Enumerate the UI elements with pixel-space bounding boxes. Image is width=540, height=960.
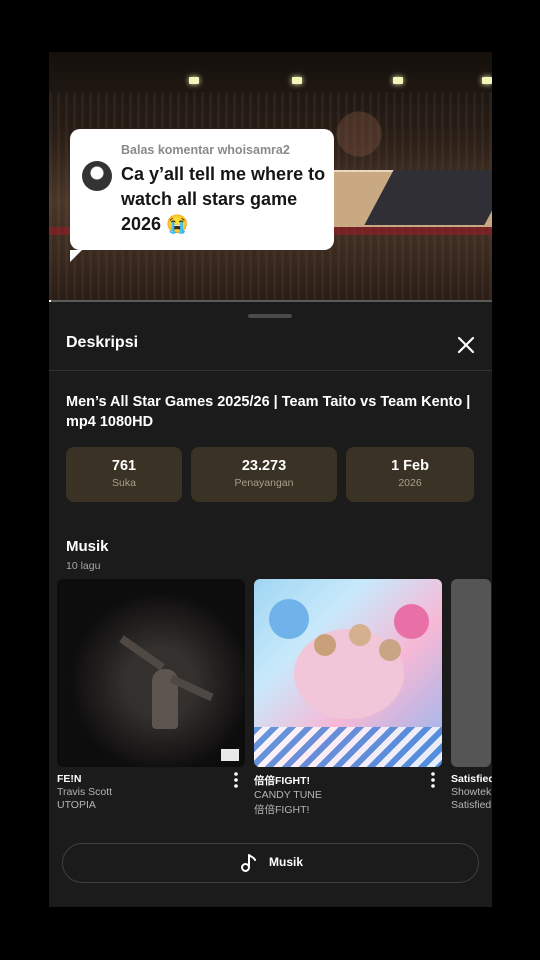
app-frame: Balas komentar whoisamra2 Ca y’all tell … bbox=[49, 52, 492, 907]
track-title: 倍倍FIGHT! bbox=[254, 775, 310, 787]
reply-comment-text: Ca y’all tell me where to watch all star… bbox=[121, 164, 326, 234]
music-track-count: 10 lagu bbox=[66, 560, 101, 572]
music-card[interactable]: FE!N Travis Scott UTOPIA bbox=[57, 579, 245, 811]
arena-light bbox=[292, 77, 302, 84]
more-vertical-icon bbox=[431, 772, 435, 788]
track-title: FE!N bbox=[57, 773, 82, 785]
video-progress-fill bbox=[49, 300, 52, 302]
track-artist: Travis Scott bbox=[57, 786, 113, 798]
track-album: 倍倍FIGHT! bbox=[254, 804, 310, 816]
stat-value: 1 Feb bbox=[391, 458, 429, 474]
cover-face bbox=[314, 634, 336, 656]
album-cover[interactable] bbox=[451, 579, 491, 767]
stat-views: 23.273 Penayangan bbox=[191, 447, 337, 502]
track-artist: Showtek bbox=[451, 786, 492, 798]
stat-value: 23.273 bbox=[241, 458, 287, 474]
track-title: Satisfied bbox=[451, 773, 492, 785]
more-options-button[interactable] bbox=[428, 771, 438, 789]
drag-handle[interactable] bbox=[248, 314, 292, 318]
divider bbox=[49, 370, 492, 371]
close-icon bbox=[457, 336, 475, 354]
track-artist: CANDY TUNE bbox=[254, 789, 322, 801]
arena-light bbox=[482, 77, 492, 84]
avatar[interactable] bbox=[82, 161, 112, 191]
close-button[interactable] bbox=[453, 332, 479, 358]
stat-label: Penayangan bbox=[234, 477, 294, 489]
cover-figure bbox=[119, 635, 165, 671]
cover-stripe bbox=[254, 727, 442, 767]
reply-heading: Balas komentar whoisamra2 bbox=[121, 143, 290, 157]
stat-value: 761 bbox=[111, 458, 137, 474]
stat-label: 2026 bbox=[398, 477, 422, 489]
stat-date: 1 Feb 2026 bbox=[346, 447, 474, 502]
cover-face bbox=[349, 624, 371, 646]
more-options-button[interactable] bbox=[231, 771, 241, 789]
parental-advisory-label bbox=[221, 749, 239, 761]
arena-light bbox=[189, 77, 199, 84]
description-sheet: Deskripsi Men’s All Star Games 2025/26 |… bbox=[49, 310, 492, 907]
music-button-label: Musik bbox=[269, 855, 304, 869]
music-section-title: Musik bbox=[66, 538, 109, 555]
album-cover[interactable] bbox=[57, 579, 245, 767]
track-album: UTOPIA bbox=[57, 799, 96, 811]
sheet-title: Deskripsi bbox=[66, 334, 139, 351]
cover-balloon bbox=[269, 599, 309, 639]
cover-face bbox=[379, 639, 401, 661]
video-progress-bar[interactable] bbox=[49, 300, 492, 302]
video-title: Men’s All Star Games 2025/26 | Team Tait… bbox=[66, 394, 471, 430]
music-card[interactable]: 倍倍FIGHT! CANDY TUNE 倍倍FIGHT! bbox=[254, 579, 442, 817]
album-cover[interactable] bbox=[254, 579, 442, 767]
stat-likes: 761 Suka bbox=[66, 447, 182, 502]
stat-label: Suka bbox=[112, 477, 136, 489]
reply-comment-bubble: Balas komentar whoisamra2 Ca y’all tell … bbox=[70, 129, 334, 262]
music-note-icon bbox=[241, 854, 256, 872]
video-player[interactable]: Balas komentar whoisamra2 Ca y’all tell … bbox=[49, 52, 492, 302]
arena-light bbox=[393, 77, 403, 84]
cover-balloon bbox=[394, 604, 429, 639]
music-button[interactable]: Musik bbox=[62, 843, 479, 883]
music-card[interactable]: Satisfied Showtek Satisfied bbox=[451, 579, 492, 811]
more-vertical-icon bbox=[234, 772, 238, 788]
track-album: Satisfied bbox=[451, 799, 492, 811]
